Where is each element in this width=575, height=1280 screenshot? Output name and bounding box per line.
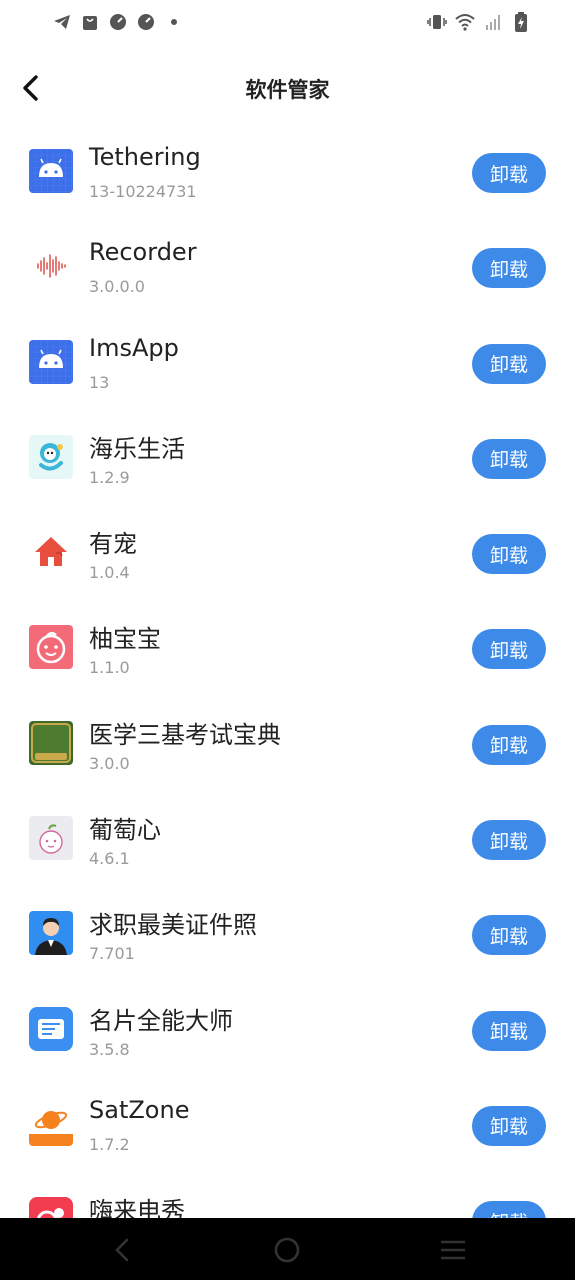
grape-heart-icon xyxy=(29,816,73,861)
app-name: 求职最美证件照 xyxy=(89,911,257,940)
app-version: 3.5.8 xyxy=(89,1039,130,1059)
speedometer-icon xyxy=(108,12,128,32)
app-name: Tethering xyxy=(89,143,201,171)
bag-icon xyxy=(80,12,100,32)
status-notifications xyxy=(52,12,184,32)
uninstall-button[interactable]: 卸载 xyxy=(472,724,546,765)
list-item: 有宠 1.0.4 卸载 xyxy=(0,506,575,601)
uninstall-button[interactable]: 卸载 xyxy=(472,1105,546,1146)
system-navigation-bar xyxy=(0,1218,575,1280)
speedometer-icon xyxy=(136,12,156,32)
more-notifications-dot-icon xyxy=(164,12,184,32)
app-name: 医学三基考试宝典 xyxy=(89,720,281,749)
list-item: 医学三基考试宝典 3.0.0 卸载 xyxy=(0,697,575,792)
app-name: 名片全能大师 xyxy=(89,1006,233,1035)
uninstall-button[interactable]: 卸载 xyxy=(472,820,546,861)
screen: 软件管家 Tethering 13-10224731 卸载 Recorder 3… xyxy=(0,0,575,1280)
satzone-planet-icon xyxy=(29,1101,73,1146)
status-bar xyxy=(0,0,575,46)
uninstall-button[interactable]: 卸载 xyxy=(472,534,546,575)
list-item: 葡萄心 4.6.1 卸载 xyxy=(0,792,575,887)
uninstall-button[interactable]: 卸载 xyxy=(472,915,546,956)
app-header: 软件管家 xyxy=(0,60,575,116)
telegram-icon xyxy=(52,12,72,32)
nav-recents-button[interactable] xyxy=(435,1232,471,1268)
app-version: 1.1.0 xyxy=(89,658,130,678)
app-version: 7.701 xyxy=(89,944,135,964)
nav-home-icon xyxy=(274,1237,300,1263)
wifi-icon xyxy=(455,12,475,32)
nav-menu-icon xyxy=(441,1240,465,1260)
signal-icon xyxy=(483,12,503,32)
app-version: 3.0.0.0 xyxy=(89,277,145,297)
android-icon xyxy=(29,149,73,193)
uninstall-button[interactable]: 卸载 xyxy=(472,343,546,384)
recorder-wave-icon xyxy=(29,244,73,289)
app-version: 1.2.9 xyxy=(89,467,130,487)
exam-book-icon xyxy=(29,720,73,765)
app-name: 葡萄心 xyxy=(89,816,161,845)
app-name: 柚宝宝 xyxy=(89,625,161,654)
app-version: 1.0.4 xyxy=(89,563,130,583)
haile-life-icon xyxy=(29,434,73,479)
uninstall-button[interactable]: 卸载 xyxy=(472,1010,546,1051)
android-icon xyxy=(29,339,73,384)
list-item: SatZone 1.7.2 卸载 xyxy=(0,1078,575,1173)
list-item: 柚宝宝 1.1.0 卸载 xyxy=(0,601,575,696)
uninstall-button[interactable]: 卸载 xyxy=(472,153,546,193)
app-version: 4.6.1 xyxy=(89,849,130,869)
app-name: ImsApp xyxy=(89,333,179,362)
list-item: Recorder 3.0.0.0 卸载 xyxy=(0,220,575,315)
youchong-house-icon xyxy=(29,530,73,575)
vibrate-icon xyxy=(427,12,447,32)
app-name: 有宠 xyxy=(89,530,137,559)
app-name: SatZone xyxy=(89,1095,190,1124)
uninstall-button[interactable]: 卸载 xyxy=(472,438,546,479)
uninstall-button[interactable]: 卸载 xyxy=(472,248,546,289)
status-system xyxy=(427,12,531,32)
uninstall-button[interactable]: 卸载 xyxy=(472,629,546,670)
youbaobao-baby-icon xyxy=(29,625,73,670)
page-title: 软件管家 xyxy=(245,78,330,102)
app-name: 海乐生活 xyxy=(89,434,185,463)
battery-charging-icon xyxy=(511,12,531,32)
app-version: 13 xyxy=(89,372,110,392)
nav-back-button[interactable] xyxy=(104,1232,140,1268)
nav-home-button[interactable] xyxy=(269,1232,305,1268)
app-list: Tethering 13-10224731 卸载 Recorder 3.0.0.… xyxy=(0,125,575,1269)
business-card-icon xyxy=(29,1006,73,1051)
app-version: 3.0.0 xyxy=(89,753,130,773)
list-item: ImsApp 13 卸载 xyxy=(0,316,575,411)
nav-back-icon xyxy=(115,1238,129,1262)
app-name: Recorder xyxy=(89,238,197,267)
list-item: 海乐生活 1.2.9 卸载 xyxy=(0,411,575,506)
id-photo-person-icon xyxy=(29,911,73,956)
list-item: 名片全能大师 3.5.8 卸载 xyxy=(0,983,575,1078)
app-version: 1.7.2 xyxy=(89,1134,130,1154)
list-item: Tethering 13-10224731 卸载 xyxy=(0,125,575,220)
list-item: 求职最美证件照 7.701 卸载 xyxy=(0,887,575,982)
app-version: 13-10224731 xyxy=(89,182,197,201)
